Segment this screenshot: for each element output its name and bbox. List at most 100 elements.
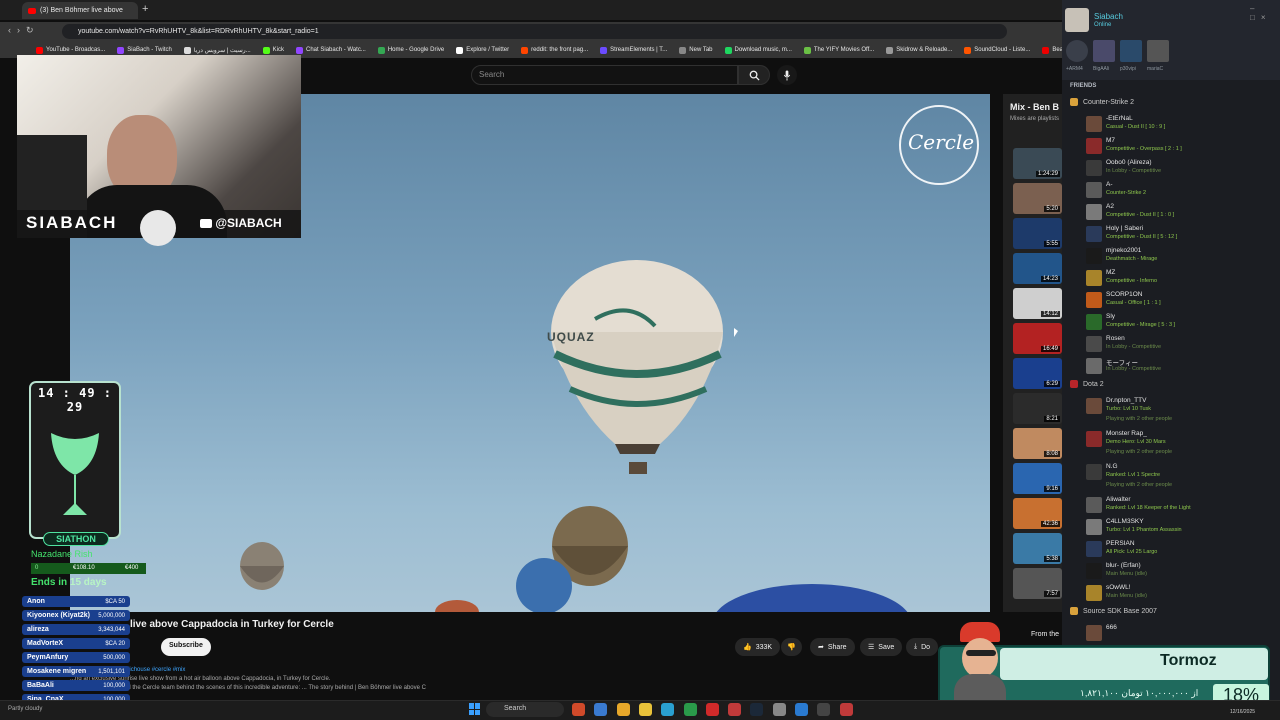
bookmark-item[interactable]: reddit: the front pag... [515, 46, 594, 54]
playlist-thumbnail[interactable]: 16:49 [1013, 323, 1062, 354]
steam-username[interactable]: Siabach [1094, 12, 1123, 21]
app-icon[interactable] [728, 703, 742, 716]
playlist-thumbnail[interactable]: 1:24:29 [1013, 148, 1062, 179]
tormoz-header [1000, 648, 1268, 680]
bookmark-item[interactable]: Kick [257, 46, 290, 54]
friend-row[interactable]: モーフィー In Lobby - Competitive [1086, 356, 1266, 378]
edge-icon[interactable] [661, 703, 675, 716]
friend-row[interactable]: SCORP1ON Casual - Office [ 1 : 1 ] [1086, 290, 1266, 312]
playlist-thumbnail[interactable]: 7:57 [1013, 568, 1062, 599]
playlist-thumbnail[interactable]: 5:38 [1013, 533, 1062, 564]
save-button[interactable]: ☰ Save [860, 638, 903, 656]
browser-tab-active[interactable]: (3) Ben Böhmer live above [22, 2, 138, 19]
user-avatar[interactable] [1065, 8, 1089, 32]
new-tab-icon[interactable]: + [142, 3, 148, 15]
recent-friend-avatar[interactable] [1120, 40, 1142, 62]
app-icon[interactable] [705, 703, 719, 716]
donor-name: Mosakene migren [27, 668, 87, 675]
playlist-thumbnail[interactable]: 5:20 [1013, 183, 1062, 214]
thumbnail-duration: 16:49 [1040, 346, 1060, 352]
friend-row[interactable]: Sly Competitive - Mirage [ 5 : 3 ] [1086, 312, 1266, 334]
taskbar-search[interactable]: Search [486, 702, 564, 717]
bookmark-item[interactable]: YouTube - Broadcas... [30, 46, 111, 54]
taskbar-date: 12/16/2025 [1230, 709, 1256, 715]
recent-friend-avatar[interactable] [1093, 40, 1115, 62]
from-the-chip[interactable]: From the [1031, 631, 1059, 638]
friend-group-header[interactable]: Source SDK Base 2007 [1070, 607, 1157, 615]
url-bar[interactable]: youtube.com/watch?v=RvRhUHTV_8k&list=RDR… [62, 24, 1007, 39]
friend-group-header[interactable]: Dota 2 [1070, 380, 1104, 388]
bookmark-item[interactable]: Explore / Twitter [450, 46, 515, 54]
folder-icon[interactable] [638, 703, 652, 716]
friend-row[interactable]: N.G Ranked: Lvl 1 Spectre [1086, 462, 1266, 484]
app-icon[interactable] [572, 703, 585, 716]
friend-row[interactable]: sOwWL! Main Menu (idle) [1086, 583, 1266, 605]
bookmark-item[interactable]: رسیت | سرویس دریا... [178, 46, 257, 54]
friend-row[interactable]: Rosen In Lobby - Competitive [1086, 334, 1266, 356]
settings-icon[interactable] [772, 703, 786, 716]
bookmark-item[interactable]: SiaBach - Twitch [111, 46, 178, 54]
friend-row[interactable]: blur- (Erfan) Main Menu (idle) [1086, 561, 1266, 583]
app-icon[interactable] [795, 703, 808, 716]
playlist-thumbnail[interactable]: 14:23 [1013, 253, 1062, 284]
friend-row[interactable]: Holy | Saberi Competitive - Dust II [ 5 :… [1086, 224, 1266, 246]
app-icon[interactable] [839, 703, 853, 716]
start-icon[interactable] [469, 703, 481, 715]
chrome-icon[interactable] [683, 703, 697, 716]
file-explorer-icon[interactable] [616, 703, 630, 716]
siathon-badge: SIATHON [43, 532, 109, 546]
playlist-thumbnail[interactable]: 42:36 [1013, 498, 1062, 529]
window-controls-icon[interactable]: –□× [1250, 4, 1280, 22]
friend-avatar [1086, 625, 1102, 641]
friend-row[interactable]: M7 Competitive - Overpass [ 2 : 1 ] [1086, 136, 1266, 158]
playlist-thumbnail[interactable]: 8:08 [1013, 428, 1062, 459]
playlist-thumbnail[interactable]: 8:21 [1013, 393, 1062, 424]
recent-friend-avatar[interactable] [1066, 40, 1088, 62]
bookmark-item[interactable]: SoundCloud - Liste... [958, 46, 1036, 54]
friend-row[interactable]: C4LLM3SKY Turbo: Lvl 1 Phantom Assassin [1086, 517, 1266, 539]
bookmark-item[interactable]: Home - Google Drive [372, 46, 450, 54]
like-button[interactable]: 👍 333K [735, 638, 781, 656]
nav-arrows-icon[interactable]: ‹›↻ [8, 25, 40, 36]
friend-avatar [1086, 182, 1102, 198]
bookmark-item[interactable]: New Tab [673, 46, 718, 54]
playlist-thumbnail[interactable]: 14:12 [1013, 288, 1062, 319]
friend-row[interactable]: mjneko2001 Deathmatch - Mirage [1086, 246, 1266, 268]
friend-row[interactable]: Dr.npton_TTV Turbo: Lvl 10 Tusk [1086, 396, 1266, 418]
friend-row[interactable]: A- Counter-Strike 2 [1086, 180, 1266, 202]
app-icon[interactable] [594, 703, 608, 716]
dislike-button[interactable]: 👎 [781, 638, 802, 656]
donation-amount: $CA 50 [105, 598, 125, 605]
search-button[interactable] [738, 65, 770, 85]
recent-friend-avatar[interactable] [1147, 40, 1169, 62]
friend-row[interactable]: 666 [1086, 623, 1266, 645]
friend-row[interactable]: MZ Competitive - Inferno [1086, 268, 1266, 290]
bookmark-item[interactable]: The YIFY Movies Off... [798, 46, 880, 54]
friend-row[interactable]: A2 Competitive - Dust II [ 1 : 0 ] [1086, 202, 1266, 224]
bookmark-item[interactable]: Chat Siabach - Watc... [290, 46, 372, 54]
friend-row[interactable]: Monster Rap_ Demo Hero: Lvl 30 Mars [1086, 429, 1266, 451]
youtube-icon [200, 219, 212, 229]
friend-status: Competitive - Dust II [ 1 : 0 ] [1106, 212, 1175, 218]
playlist-thumbnail[interactable]: 9:16 [1013, 463, 1062, 494]
subscribe-button[interactable]: Subscribe [161, 638, 211, 656]
playlist-thumbnail[interactable]: 6:29 [1013, 358, 1062, 389]
share-button[interactable]: ➦ Share [810, 638, 855, 656]
playlist-thumbnail[interactable]: 5:55 [1013, 218, 1062, 249]
friend-row[interactable]: PERSIAN All Pick: Lvl 25 Largo [1086, 539, 1266, 561]
bookmark-item[interactable]: Download music, m... [719, 46, 798, 54]
bookmark-item[interactable]: Skidrow & Reloade... [880, 46, 958, 54]
voice-search-button[interactable] [777, 65, 797, 85]
app-icon[interactable] [817, 703, 831, 716]
search-input[interactable]: Search [471, 65, 738, 85]
weather-widget[interactable]: Partly cloudy [8, 706, 42, 712]
friend-row[interactable]: -EtErNaL Casual - Dust II [ 10 : 9 ] [1086, 114, 1266, 136]
donor-name: alireza [27, 626, 49, 633]
video-description[interactable]: ... 5 years ago #melodichouse #cercle #m… [70, 666, 510, 700]
friend-group-header[interactable]: Counter-Strike 2 [1070, 98, 1134, 106]
download-button[interactable]: ⤓ Do [906, 638, 939, 656]
friend-row[interactable]: Aliwalter Ranked: Lvl 18 Keeper of the Li… [1086, 495, 1266, 517]
steam-icon[interactable] [750, 703, 764, 716]
friend-row[interactable]: Oobo0 (Alireza) In Lobby - Competitive [1086, 158, 1266, 180]
bookmark-item[interactable]: StreamElements | T... [594, 46, 673, 54]
